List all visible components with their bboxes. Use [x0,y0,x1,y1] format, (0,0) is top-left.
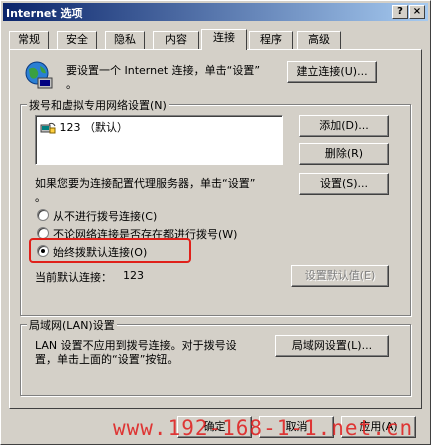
tab-programs[interactable]: 程序 [249,31,293,49]
tab-general[interactable]: 常规 [9,31,49,49]
red-highlight-box [29,238,191,263]
globe-computer-icon [25,61,53,89]
lan-info-text-line2: 置，单击上面的“设置”按钮。 [35,353,179,366]
current-default-value: 123 [123,269,144,282]
connection-list[interactable]: 123 （默认） [35,115,283,165]
tab-security[interactable]: 安全 [57,31,97,49]
lan-settings-group-label: 局域网(LAN)设置 [27,317,117,333]
remove-connection-button[interactable]: 删除(R) [299,143,389,165]
internet-options-dialog: Internet 选项 ? × 常规 安全 隐私 内容 连接 程序 高级 要设置… [0,0,431,445]
window-title: Internet 选项 [6,7,83,20]
help-button[interactable]: ? [392,5,408,19]
tab-privacy[interactable]: 隐私 [105,31,145,49]
lan-settings-group: 局域网(LAN)设置 LAN 设置不应用到拨号连接。对于拨号设 置，单击上面的“… [20,317,411,396]
tab-content[interactable]: 内容 [153,31,199,49]
setup-connection-text: 要设置一个 Internet 连接，单击“设置” [66,64,261,77]
current-default-label: 当前默认连接： [35,271,112,284]
set-default-button[interactable]: 设置默认值(E) [291,265,389,287]
dialup-vpn-group: 拨号和虚拟专用网络设置(N) 123 （默认） 添加(D)... 删除(R) 如… [20,97,411,316]
dialup-connection-icon [40,122,56,134]
tab-advanced[interactable]: 高级 [297,31,341,49]
list-item[interactable]: 123 （默认） [40,119,128,135]
dialup-vpn-group-label: 拨号和虚拟专用网络设置(N) [27,97,169,113]
never-dial-radio[interactable] [37,209,49,221]
close-button[interactable]: × [409,5,425,19]
connection-settings-button[interactable]: 设置(S)... [299,173,389,195]
proxy-settings-text: 如果您要为连接配置代理服务器，单击“设置” [35,177,256,190]
title-bar[interactable]: Internet 选项 ? × [3,3,428,21]
connections-panel: 要设置一个 Internet 连接，单击“设置” 。 建立连接(U)... 拨号… [9,49,422,409]
setup-connection-text-end: 。 [66,78,77,91]
add-connection-button[interactable]: 添加(D)... [299,115,389,137]
site-watermark: www.192-168-1-1.net.cn [113,416,414,440]
setup-connection-button[interactable]: 建立连接(U)... [287,61,377,83]
tab-connections[interactable]: 连接 [201,29,247,50]
never-dial-label[interactable]: 从不进行拨号连接(C) [53,208,157,224]
lan-settings-button[interactable]: 局域网设置(L)... [275,335,389,357]
proxy-settings-text-end: 。 [35,191,46,204]
connection-item-label: 123 （默认） [59,121,129,134]
